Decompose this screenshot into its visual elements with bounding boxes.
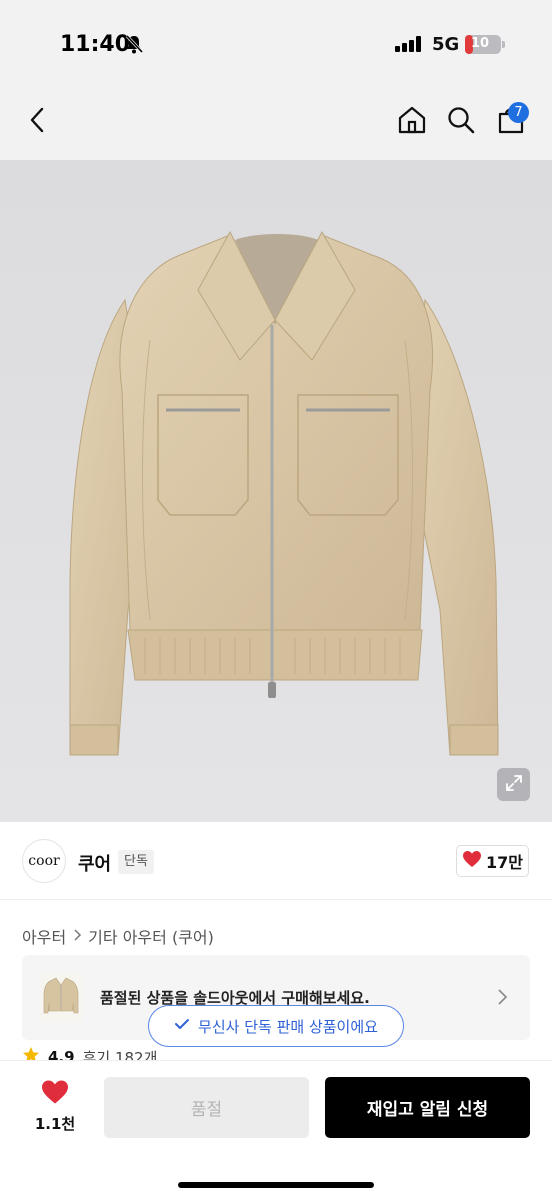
restock-button-label: 재입고 알림 신청 bbox=[366, 1100, 489, 1120]
home-button[interactable] bbox=[392, 102, 432, 142]
wishlist-count: 1.1천 bbox=[34, 1115, 76, 1133]
restock-alert-button[interactable]: 재입고 알림 신청 bbox=[325, 1077, 530, 1138]
brand-logo-text: coor bbox=[28, 853, 60, 869]
home-indicator[interactable] bbox=[178, 1182, 374, 1188]
nav-bar bbox=[0, 90, 552, 160]
like-count: 17만 bbox=[486, 853, 523, 872]
battery-icon: 10 bbox=[465, 35, 501, 54]
network-label: 5G bbox=[432, 34, 460, 55]
soldout-button: 품절 bbox=[104, 1077, 309, 1138]
bottom-action-bar: 1.1천 품절 재입고 알림 신청 bbox=[0, 1060, 552, 1200]
exclusive-tag: 단독 bbox=[118, 850, 154, 874]
back-icon bbox=[27, 107, 49, 137]
signal-icon bbox=[395, 36, 423, 56]
home-icon bbox=[397, 105, 427, 139]
search-icon bbox=[446, 105, 476, 139]
chevron-right-icon bbox=[72, 927, 82, 946]
battery-cap bbox=[502, 41, 505, 48]
bell-slash-icon bbox=[124, 34, 144, 58]
search-button[interactable] bbox=[441, 102, 481, 142]
battery-text: 10 bbox=[470, 36, 490, 51]
wishlist-button[interactable]: 1.1천 bbox=[30, 1079, 80, 1139]
heart-icon bbox=[40, 1079, 70, 1109]
heart-icon bbox=[462, 850, 482, 872]
chevron-right-icon bbox=[496, 988, 508, 1010]
back-button[interactable] bbox=[18, 102, 58, 142]
soldout-thumbnail bbox=[40, 973, 82, 1021]
status-time: 11:40 bbox=[60, 32, 131, 57]
breadcrumb-item[interactable]: 기타 아우터 (쿠어) bbox=[88, 924, 214, 948]
cart-count-badge: 7 bbox=[508, 102, 529, 123]
breadcrumb-item[interactable]: 아우터 bbox=[22, 924, 66, 948]
jacket-image bbox=[69, 230, 499, 756]
brand-row: coor 쿠어 단독 17만 bbox=[0, 822, 552, 900]
expand-image-button[interactable] bbox=[497, 768, 530, 801]
check-icon bbox=[174, 1017, 190, 1035]
exclusive-badge-text: 무신사 단독 판매 상품이에요 bbox=[198, 1017, 378, 1036]
exclusive-badge: 무신사 단독 판매 상품이에요 bbox=[148, 1005, 404, 1047]
brand-logo[interactable]: coor bbox=[22, 839, 66, 883]
brand-like-button[interactable]: 17만 bbox=[456, 845, 529, 877]
product-image[interactable] bbox=[0, 160, 552, 822]
status-bar: 11:40 5G 10 bbox=[0, 0, 552, 90]
soldout-button-label: 품절 bbox=[190, 1100, 223, 1120]
brand-name[interactable]: 쿠어 bbox=[78, 850, 111, 876]
expand-icon bbox=[504, 773, 524, 797]
breadcrumb: 아우터 기타 아우터 (쿠어) bbox=[22, 924, 214, 948]
